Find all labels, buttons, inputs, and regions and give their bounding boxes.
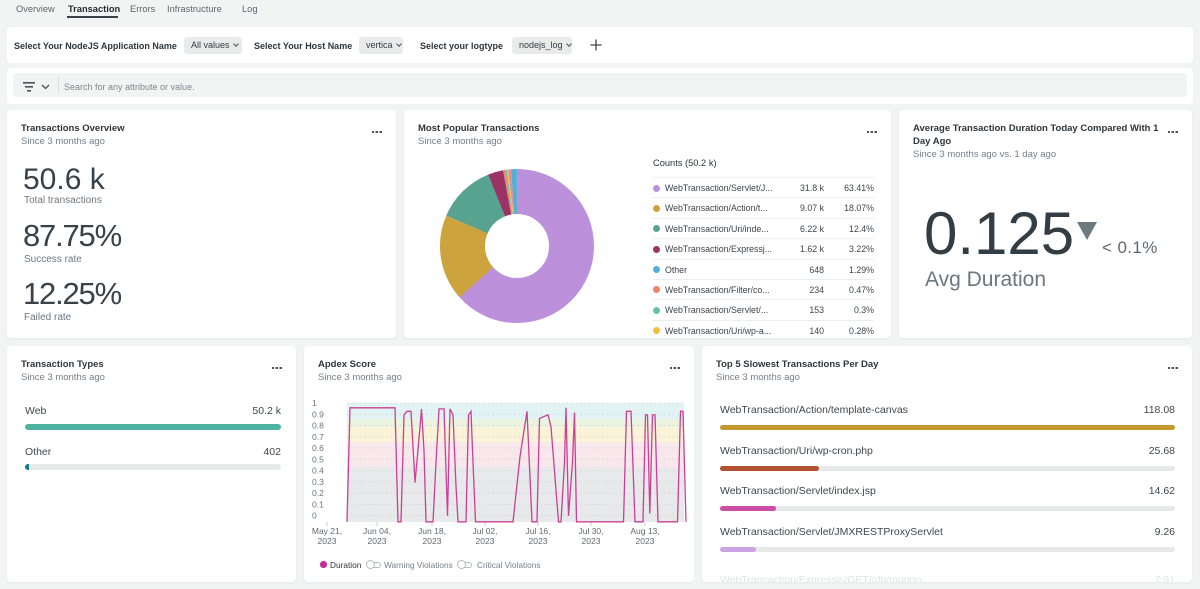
svg-text:2023: 2023 [582, 536, 601, 546]
svg-text:2023: 2023 [636, 536, 655, 546]
svg-text:Jul 02,: Jul 02, [472, 526, 497, 536]
svg-text:0.8: 0.8 [312, 421, 324, 431]
svg-text:0.7: 0.7 [312, 432, 324, 442]
svg-text:0.5: 0.5 [312, 454, 324, 464]
svg-text:Aug 13,: Aug 13, [630, 526, 659, 536]
svg-text:0.3: 0.3 [312, 477, 324, 487]
svg-text:2023: 2023 [318, 536, 337, 546]
svg-text:0.1: 0.1 [312, 499, 324, 509]
svg-text:Jun 04,: Jun 04, [363, 526, 391, 536]
svg-text:2023: 2023 [476, 536, 495, 546]
svg-text:2023: 2023 [529, 536, 548, 546]
svg-text:2023: 2023 [423, 536, 442, 546]
svg-text:Jun 18,: Jun 18, [418, 526, 446, 536]
svg-text:Jul 16,: Jul 16, [525, 526, 550, 536]
svg-text:Jul 30,: Jul 30, [578, 526, 603, 536]
svg-text:1: 1 [312, 398, 317, 408]
svg-text:0.2: 0.2 [312, 488, 324, 498]
svg-text:0.4: 0.4 [312, 466, 324, 476]
svg-text:2023: 2023 [368, 536, 387, 546]
svg-text:May 21,: May 21, [312, 526, 342, 536]
svg-text:0: 0 [312, 511, 317, 521]
svg-text:0.6: 0.6 [312, 443, 324, 453]
svg-text:0.9: 0.9 [312, 409, 324, 419]
